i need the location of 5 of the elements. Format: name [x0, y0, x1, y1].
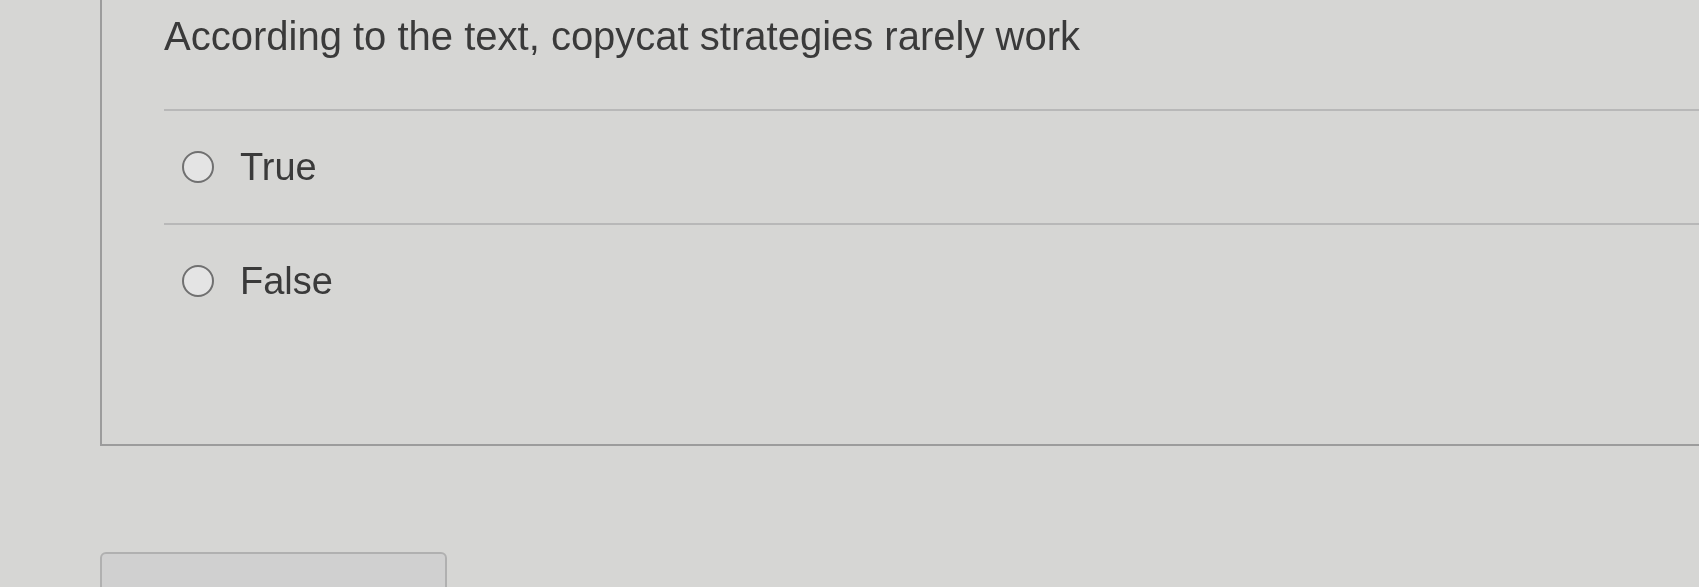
- question-text: According to the text, copycat strategies rarely work: [164, 13, 1080, 59]
- radio-button[interactable]: [182, 151, 214, 183]
- option-label[interactable]: False: [240, 259, 333, 303]
- radio-button[interactable]: [182, 265, 214, 297]
- option-label[interactable]: True: [240, 145, 317, 189]
